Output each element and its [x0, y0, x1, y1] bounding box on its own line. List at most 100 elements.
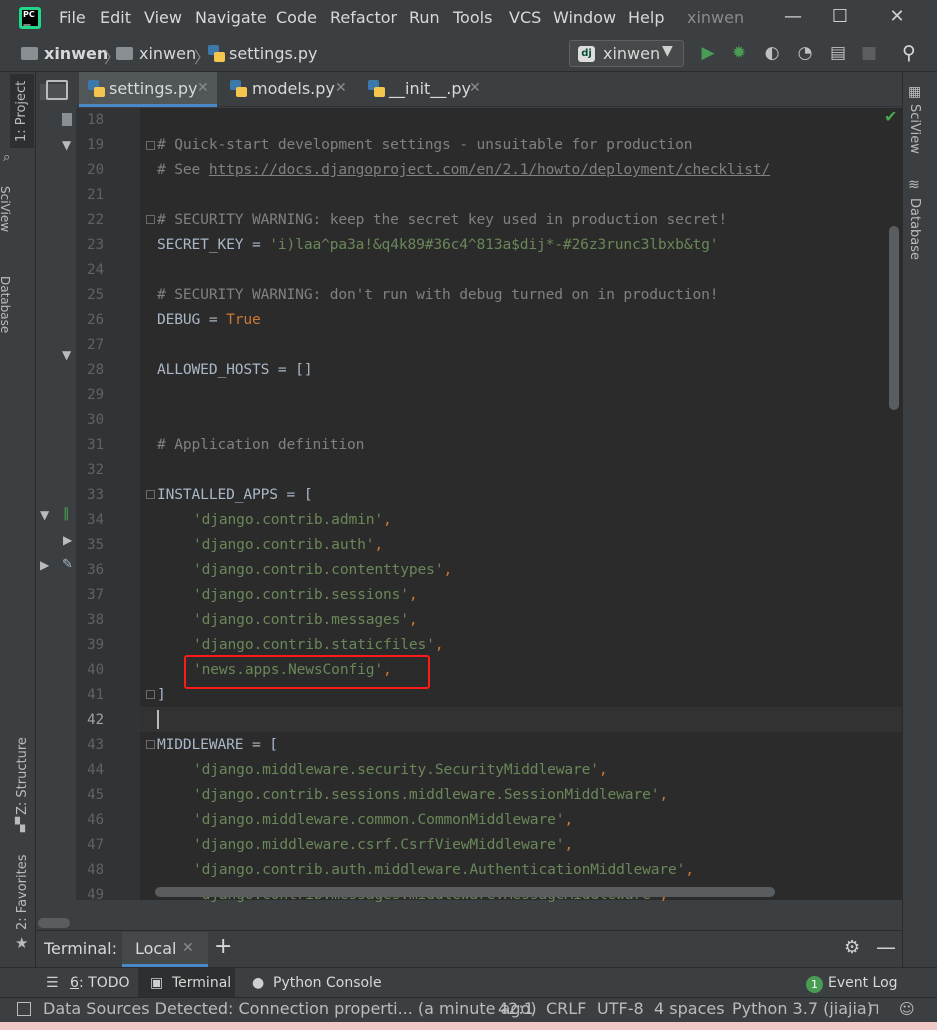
search-icon[interactable]: ⚲ — [897, 42, 921, 64]
database-tab-label[interactable]: Database — [907, 198, 922, 260]
fold-marker-icon[interactable] — [146, 740, 155, 749]
close-terminal-tab-icon[interactable]: ✕ — [182, 940, 194, 956]
hide-panel-icon[interactable]: — — [876, 935, 896, 959]
breadcrumb-root[interactable]: xinwen — [44, 44, 108, 63]
code-line-37: 'django.contrib.sessions', — [193, 586, 418, 603]
sciview-tab-label[interactable]: SciView — [907, 104, 922, 154]
line-number: 18 — [87, 112, 104, 128]
tree-collapse-icon[interactable]: ▶ — [63, 533, 72, 547]
tree-expand-icon[interactable]: ▼ — [40, 508, 49, 522]
concurrency-icon[interactable]: ▤ — [826, 43, 850, 65]
line-number: 39 — [87, 637, 104, 653]
menu-refactor[interactable]: Refactor — [330, 8, 397, 27]
tree-expand-icon[interactable]: ▼ — [62, 138, 71, 152]
menu-edit[interactable]: Edit — [100, 8, 131, 27]
string-literal: 'django.contrib.auth' — [193, 536, 375, 553]
code-line-38: 'django.contrib.messages', — [193, 611, 418, 628]
code-line-44: 'django.middleware.security.SecurityMidd… — [193, 761, 608, 778]
run-configuration-select[interactable]: dj xinwen ▼ — [569, 40, 684, 67]
stop-icon[interactable]: ■ — [857, 43, 881, 65]
tree-expand-icon[interactable]: ▼ — [62, 348, 71, 362]
maximize-button[interactable]: ☐ — [825, 6, 855, 30]
line-number: 28 — [87, 362, 104, 378]
project-tab-label[interactable]: 1: Project — [14, 81, 29, 142]
line-separator[interactable]: CRLF — [546, 999, 586, 1018]
terminal-title: Terminal: — [44, 939, 118, 958]
string-literal: 'django.contrib.sessions.middleware.Sess… — [193, 786, 660, 803]
terminal-tool-button[interactable]: Terminal — [172, 975, 231, 991]
indent-setting[interactable]: 4 spaces — [654, 999, 725, 1018]
line-number: 45 — [87, 787, 104, 803]
python-console-tool-button[interactable]: Python Console — [273, 975, 382, 991]
favorites-tab-label[interactable]: 2: Favorites — [15, 854, 30, 930]
menu-run[interactable]: Run — [409, 8, 440, 27]
hector-icon[interactable]: ☺ — [899, 1000, 915, 1018]
close-tab-icon[interactable]: ✕ — [469, 80, 481, 96]
close-tab-icon[interactable]: ✕ — [335, 80, 347, 96]
line-number: 35 — [87, 537, 104, 553]
tab-init-py[interactable]: __init__.py ✕ — [359, 72, 487, 107]
line-number: 37 — [87, 587, 104, 603]
comment: # See — [157, 161, 209, 178]
tab-label: settings.py — [109, 79, 198, 98]
string-literal: 'django.middleware.common.CommonMiddlewa… — [193, 811, 565, 828]
tab-settings-py[interactable]: settings.py ✕ — [79, 72, 217, 107]
menu-navigate[interactable]: Navigate — [195, 8, 267, 27]
code-line-41: ] — [157, 686, 166, 703]
file-encoding[interactable]: UTF-8 — [597, 999, 644, 1018]
menu-tools[interactable]: Tools — [453, 8, 492, 27]
editor-vertical-scrollbar[interactable] — [889, 226, 899, 410]
run-icon[interactable]: ▶ — [696, 43, 720, 65]
menu-code[interactable]: Code — [276, 8, 317, 27]
project-hscrollbar[interactable] — [38, 918, 70, 928]
doc-link[interactable]: https://docs.djangoproject.com/en/2.1/ho… — [209, 161, 771, 178]
show-project-icon[interactable] — [46, 80, 68, 100]
menu-help[interactable]: Help — [628, 8, 664, 27]
tree-collapse-icon[interactable]: ▶ — [40, 558, 49, 572]
caret-position[interactable]: 42:1 — [498, 999, 534, 1018]
status-message[interactable]: Data Sources Detected: Connection proper… — [43, 999, 537, 1018]
menu-window[interactable]: Window — [553, 8, 616, 27]
new-terminal-button[interactable]: + — [214, 934, 232, 959]
todo-tool-button[interactable]: : TODO — [79, 975, 130, 991]
fold-marker-icon[interactable] — [146, 215, 155, 224]
coverage-icon[interactable]: ◐ — [760, 43, 784, 65]
library-icon: ‖ — [63, 506, 70, 521]
debug-icon[interactable]: ✹ — [727, 43, 751, 65]
menu-vcs[interactable]: VCS — [509, 8, 541, 27]
lock-icon[interactable]: ⊓ — [868, 1000, 880, 1018]
inspection-ok-icon[interactable]: ✔ — [884, 107, 897, 126]
menu-file[interactable]: File — [59, 8, 86, 27]
todo-number[interactable]: 6 — [70, 975, 79, 991]
python-file-icon — [208, 45, 225, 63]
comma: , — [374, 536, 384, 553]
sciview-partial-label[interactable]: SciView — [0, 186, 12, 232]
python-interpreter[interactable]: Python 3.7 (jiajia) — [732, 999, 873, 1018]
menu-view[interactable]: View — [144, 8, 182, 27]
fold-marker-icon[interactable] — [146, 690, 155, 699]
minimize-button[interactable]: — — [778, 6, 808, 30]
database-partial-label[interactable]: Database — [0, 276, 12, 333]
code-line-48: 'django.contrib.auth.middleware.Authenti… — [193, 861, 694, 878]
code-line-22: # SECURITY WARNING: keep the secret key … — [157, 211, 727, 228]
pycharm-logo-icon: PC — — [19, 7, 41, 29]
run-configuration-label: xinwen — [603, 44, 661, 63]
string-literal: 'django.middleware.security.SecurityMidd… — [193, 761, 599, 778]
terminal-tab-label[interactable]: Local — [135, 939, 176, 958]
breadcrumb-file[interactable]: settings.py — [229, 44, 318, 63]
fold-marker-icon[interactable] — [146, 490, 155, 499]
line-number: 32 — [87, 462, 104, 478]
breadcrumb-dir[interactable]: xinwen — [139, 44, 196, 63]
fold-marker-icon[interactable] — [146, 141, 155, 150]
line-number: 49 — [87, 887, 104, 903]
tab-models-py[interactable]: models.py ✕ — [221, 72, 355, 107]
event-log-tool-button[interactable]: Event Log — [828, 975, 898, 991]
close-window-button[interactable]: ✕ — [882, 6, 912, 30]
editor-horizontal-scrollbar[interactable] — [155, 887, 775, 897]
gear-icon[interactable]: ⚙ — [844, 937, 860, 958]
toggle-tool-windows-icon[interactable] — [17, 1002, 31, 1016]
profile-icon[interactable]: ◔ — [793, 43, 817, 65]
close-tab-icon[interactable]: ✕ — [197, 80, 209, 96]
structure-tab-label[interactable]: Z: Structure — [15, 737, 30, 815]
line-number: 34 — [87, 512, 104, 528]
